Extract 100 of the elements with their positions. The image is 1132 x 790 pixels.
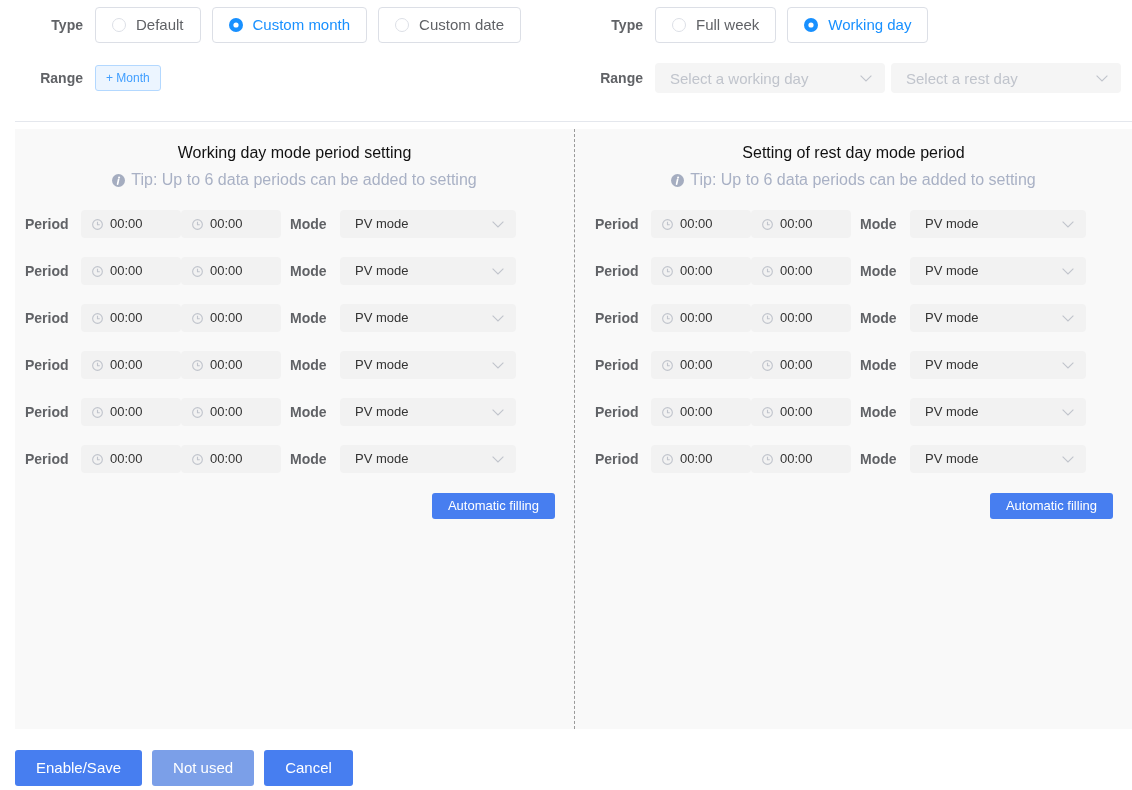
mode-label: Mode <box>860 214 897 234</box>
period-label: Period <box>595 449 639 469</box>
mode-select[interactable]: PV mode <box>340 210 516 238</box>
footer-button[interactable]: Cancel <box>264 750 353 786</box>
tip-text: Tip: Up to 6 data periods can be added to setting <box>690 170 1036 190</box>
clock-icon <box>92 406 103 418</box>
mode-select[interactable]: PV mode <box>340 445 516 473</box>
period-label: Period <box>25 355 69 375</box>
chevron-down-icon <box>492 220 504 228</box>
clock-icon <box>192 218 203 230</box>
clock-icon <box>762 359 773 371</box>
start-time-field[interactable]: 00:00 <box>81 445 181 473</box>
clock-icon <box>762 218 773 230</box>
chevron-down-icon <box>492 455 504 463</box>
automatic-filling-button[interactable]: Automatic filling <box>989 493 1113 519</box>
end-time-field[interactable]: 00:00 <box>181 398 281 426</box>
start-time-field[interactable]: 00:00 <box>81 304 181 332</box>
mode-select[interactable]: PV mode <box>340 398 516 426</box>
footer-button[interactable]: Enable/Save <box>15 750 143 786</box>
chevron-down-icon <box>492 408 504 416</box>
radio-option[interactable]: Full week <box>655 7 777 43</box>
clock-icon <box>662 218 673 230</box>
mode-select[interactable]: PV mode <box>910 445 1086 473</box>
clock-icon <box>662 359 673 371</box>
chevron-down-icon <box>1062 408 1074 416</box>
clock-icon <box>92 359 103 371</box>
chevron-down-icon <box>1096 75 1108 82</box>
clock-icon <box>662 406 673 418</box>
mode-label: Mode <box>290 449 327 469</box>
chevron-down-icon <box>1062 314 1074 322</box>
clock-icon <box>192 265 203 277</box>
chevron-down-icon <box>1062 361 1074 369</box>
clock-icon <box>762 312 773 324</box>
mode-select[interactable]: PV mode <box>910 304 1086 332</box>
end-time-field[interactable]: 00:00 <box>751 398 851 426</box>
start-time-field[interactable]: 00:00 <box>651 257 751 285</box>
range-label: Range <box>40 68 83 88</box>
clock-icon <box>192 453 203 465</box>
automatic-filling-button[interactable]: Automatic filling <box>431 493 555 519</box>
period-label: Period <box>595 308 639 328</box>
clock-icon <box>192 406 203 418</box>
chevron-down-icon <box>492 267 504 275</box>
mode-select[interactable]: PV mode <box>910 398 1086 426</box>
range-label: Range <box>600 68 643 88</box>
tip-text: Tip: Up to 6 data periods can be added to setting <box>131 170 477 190</box>
chevron-down-icon <box>1062 220 1074 228</box>
mode-select[interactable]: PV mode <box>340 257 516 285</box>
start-time-field[interactable]: 00:00 <box>651 210 751 238</box>
start-time-field[interactable]: 00:00 <box>81 257 181 285</box>
clock-icon <box>762 406 773 418</box>
end-time-field[interactable]: 00:00 <box>181 445 281 473</box>
end-time-field[interactable]: 00:00 <box>751 445 851 473</box>
end-time-field[interactable]: 00:00 <box>181 351 281 379</box>
mode-label: Mode <box>860 355 897 375</box>
mode-label: Mode <box>290 308 327 328</box>
radio-option[interactable]: Custom date <box>378 7 522 43</box>
end-time-field[interactable]: 00:00 <box>751 351 851 379</box>
end-time-field[interactable]: 00:00 <box>751 210 851 238</box>
clock-icon <box>762 453 773 465</box>
clock-icon <box>662 265 673 277</box>
start-time-field[interactable]: 00:00 <box>651 304 751 332</box>
mode-select[interactable]: PV mode <box>340 351 516 379</box>
period-label: Period <box>25 214 69 234</box>
mode-label: Mode <box>860 402 897 422</box>
panel-title: Working day mode period setting <box>177 143 412 163</box>
chevron-down-icon <box>860 75 872 82</box>
start-time-field[interactable]: 00:00 <box>81 398 181 426</box>
clock-icon <box>192 359 203 371</box>
start-time-field[interactable]: 00:00 <box>651 445 751 473</box>
mode-select[interactable]: PV mode <box>910 257 1086 285</box>
period-label: Period <box>25 308 69 328</box>
end-time-field[interactable]: 00:00 <box>181 257 281 285</box>
mode-label: Mode <box>860 261 897 281</box>
radio-option[interactable]: Default <box>95 7 201 43</box>
end-time-field[interactable]: 00:00 <box>751 257 851 285</box>
start-time-field[interactable]: 00:00 <box>81 351 181 379</box>
clock-icon <box>92 265 103 277</box>
mode-label: Mode <box>860 308 897 328</box>
end-time-field[interactable]: 00:00 <box>751 304 851 332</box>
end-time-field[interactable]: 00:00 <box>181 210 281 238</box>
clock-icon <box>92 453 103 465</box>
panel-title: Setting of rest day mode period <box>742 143 965 163</box>
period-label: Period <box>25 449 69 469</box>
clock-icon <box>192 312 203 324</box>
mode-label: Mode <box>860 449 897 469</box>
start-time-field[interactable]: 00:00 <box>651 398 751 426</box>
end-time-field[interactable]: 00:00 <box>181 304 281 332</box>
mode-label: Mode <box>290 355 327 375</box>
mode-label: Mode <box>290 214 327 234</box>
mode-select[interactable]: PV mode <box>340 304 516 332</box>
chevron-down-icon <box>1062 267 1074 275</box>
info-icon <box>112 173 126 187</box>
mode-select[interactable]: PV mode <box>910 210 1086 238</box>
start-time-field[interactable]: 00:00 <box>81 210 181 238</box>
period-label: Period <box>25 402 69 422</box>
period-label: Period <box>25 261 69 281</box>
start-time-field[interactable]: 00:00 <box>651 351 751 379</box>
mode-select[interactable]: PV mode <box>910 351 1086 379</box>
period-label: Period <box>595 402 639 422</box>
clock-icon <box>662 312 673 324</box>
